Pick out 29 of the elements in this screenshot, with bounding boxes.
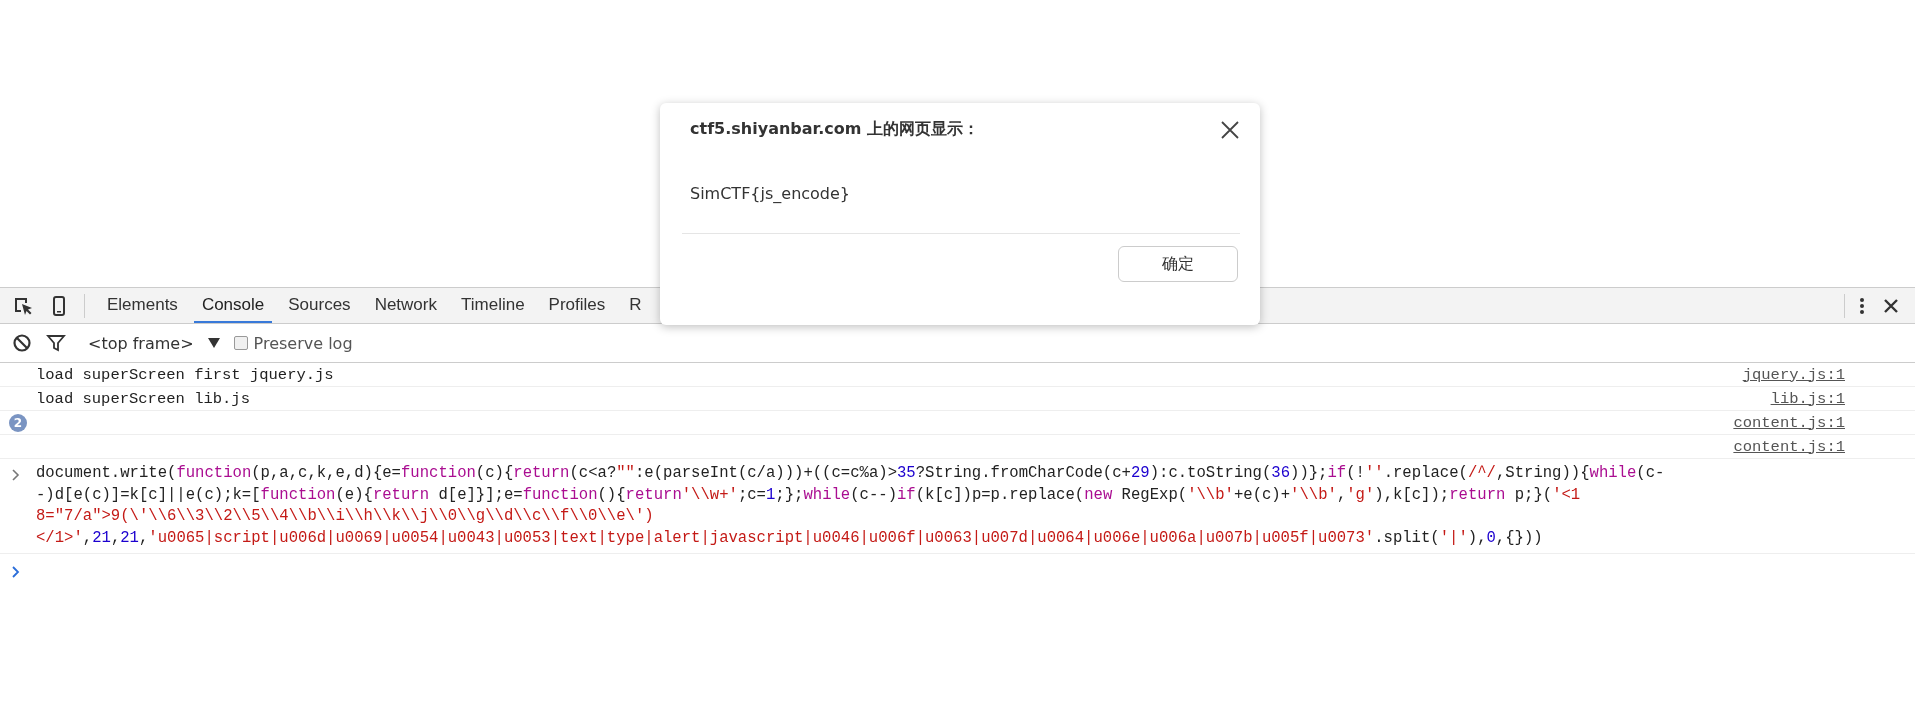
panel-tab[interactable]: Console xyxy=(193,288,273,323)
preserve-log-checkbox[interactable] xyxy=(233,336,248,350)
source-link[interactable]: lib.js:1 xyxy=(1770,389,1845,408)
dialog-title: ctf5.shiyanbar.com 上的网页显示： xyxy=(690,119,979,140)
dialog-message: SimCTF{js_encode} xyxy=(689,183,852,203)
repeat-count-badge: 2 xyxy=(9,413,27,432)
preserve-log-label: Preserve log xyxy=(253,333,353,353)
filter-icon[interactable] xyxy=(46,333,66,353)
prompt-icon[interactable] xyxy=(12,566,20,578)
source-link[interactable]: content.js:1 xyxy=(1733,437,1845,456)
ok-button[interactable]: 确定 xyxy=(1118,246,1238,282)
panel-tab[interactable]: Network xyxy=(366,288,445,323)
panel-tab[interactable]: R xyxy=(621,288,650,323)
panel-tab[interactable]: Elements xyxy=(99,288,186,323)
panel-tab[interactable]: Sources xyxy=(280,288,359,323)
clear-icon[interactable] xyxy=(12,333,32,353)
command-code: document.write(function(p,a,c,k,e,d){e=function(c){return(c<a?"":e(parseInt(c/a)))+((c=c%a)>35?String.fromCharCode(c+29):c.toString(36))};if(!''.replace(/^/,String)){while(c- -)d[e(c)]=k[c]||e(c);k=[function(e){return d[e]}];e=function(){return'\\w+';c=1;};while(c--)if(k[c])p=p.replace(new RegExp('\\b'+e(c)+'\\b','g'),k[c]);return p;}('<1 8="7/a">9(\'\\6\\3\\2\\5\\4\\b\\i\\h\\k\\j\\0\\g\\d\\c\\f\\0\\e\') </1>',21,21,'u0065|script|u006d|u0069|u0054|u0043|u0053|text|type|alert|javascript|u0046|u006f|u0063|u007d|u0064|u006e|u006a|u007b|u005f|u0073'.split('|'),0,{})) xyxy=(36,463,1665,549)
close-icon[interactable] xyxy=(1220,119,1240,140)
panel-tab[interactable]: Profiles xyxy=(540,288,614,323)
close-icon[interactable] xyxy=(1883,297,1899,314)
log-message: load superScreen lib.js xyxy=(36,389,250,408)
log-message: load superScreen first jquery.js xyxy=(36,365,334,384)
panel-tab[interactable]: Timeline xyxy=(453,288,533,323)
dropdown-icon[interactable] xyxy=(207,338,220,348)
more-icon[interactable] xyxy=(1859,295,1865,316)
source-link[interactable]: content.js:1 xyxy=(1733,413,1845,432)
context-select[interactable]: <top frame> xyxy=(88,333,194,353)
chevron-icon xyxy=(12,469,20,481)
source-link[interactable]: jquery.js:1 xyxy=(1742,365,1845,384)
